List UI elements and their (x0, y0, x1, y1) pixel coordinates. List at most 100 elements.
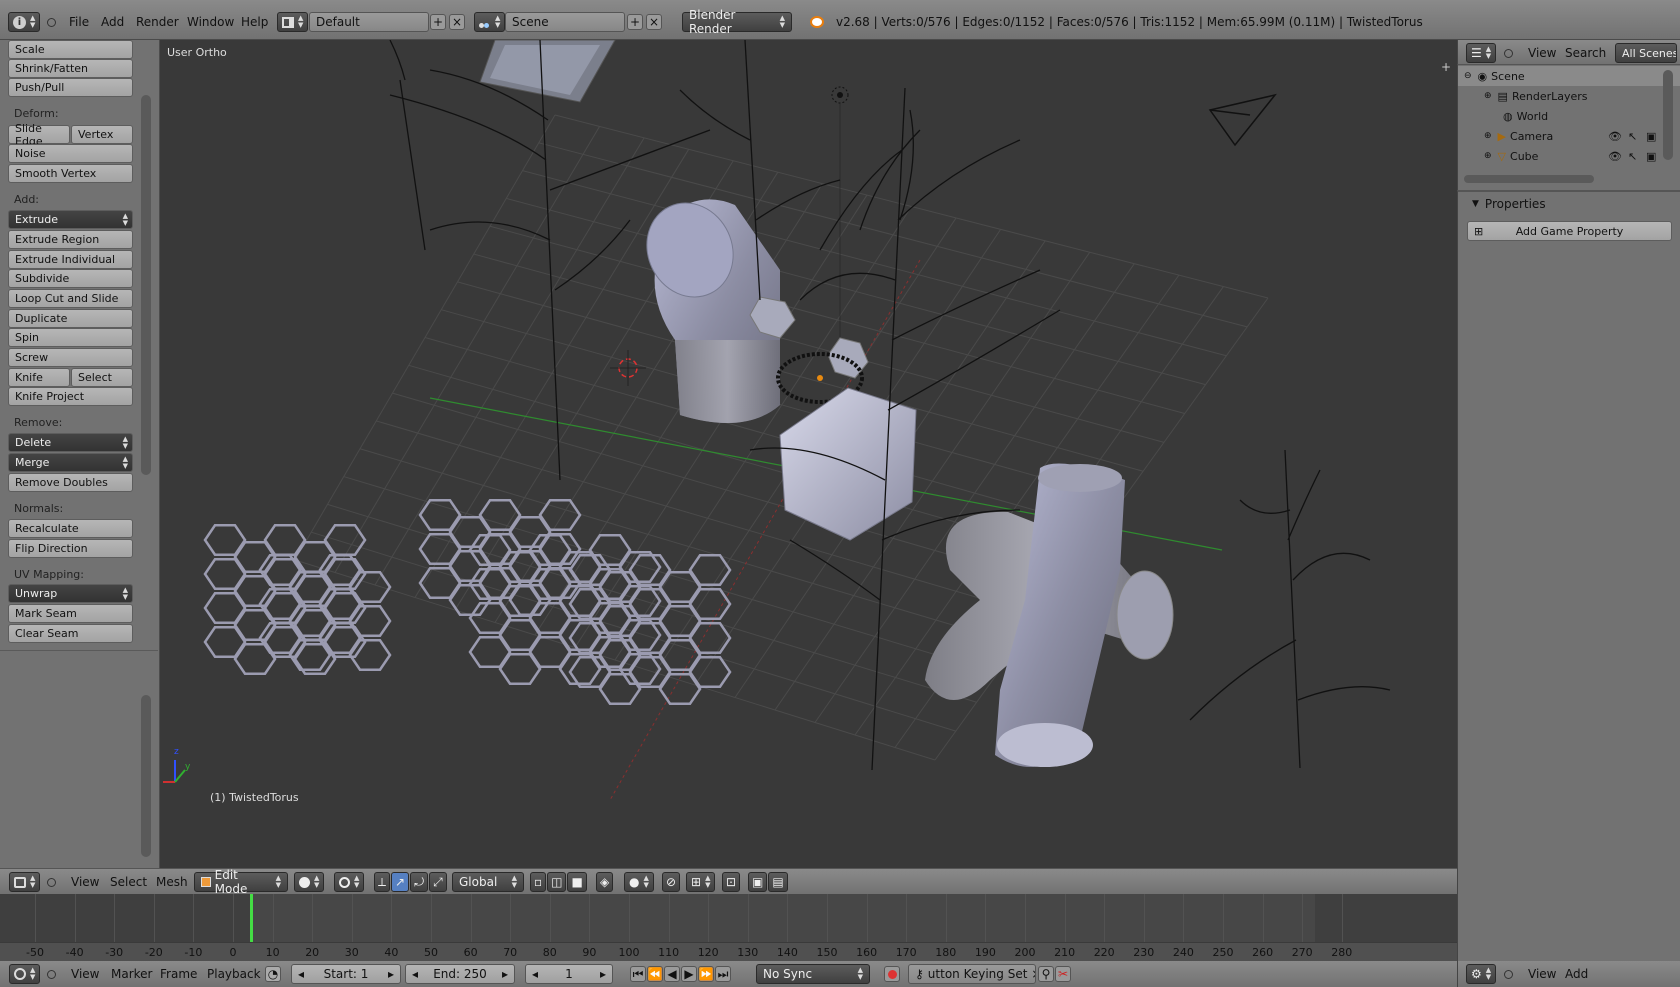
duplicate-button[interactable]: Duplicate (8, 309, 133, 328)
mark-seam-button[interactable]: Mark Seam (8, 604, 133, 623)
loop-cut-button[interactable]: Loop Cut and Slide (8, 289, 133, 308)
clear-keying-set-icon[interactable]: × (1031, 967, 1035, 981)
menu-frame[interactable]: Frame (160, 964, 197, 984)
extrude-region-button[interactable]: Extrude Region (8, 230, 133, 249)
jump-to-start-icon[interactable]: ⏮ (630, 966, 646, 982)
decrement-icon[interactable]: ◂ (412, 967, 418, 981)
smooth-vertex-button[interactable]: Smooth Vertex (8, 164, 133, 183)
shrink-fatten-button[interactable]: Shrink/Fatten (8, 59, 133, 78)
outliner-item-scene[interactable]: ⊖ ◉ Scene (1458, 66, 1680, 86)
menu-help[interactable]: Help (241, 11, 268, 33)
delete-scene-icon[interactable]: × (646, 14, 662, 30)
menu-add[interactable]: Add (101, 11, 124, 33)
jump-to-keyframe-forward-icon[interactable]: ⏩ (698, 966, 714, 982)
remove-doubles-button[interactable]: Remove Doubles (8, 473, 133, 492)
toggle-properties-icon[interactable]: + (1441, 60, 1451, 74)
subdivide-button[interactable]: Subdivide (8, 269, 133, 288)
display-mode-dropdown[interactable]: All Scenes (1615, 43, 1677, 63)
end-frame-field[interactable]: ◂ End: 250 ▸ (405, 964, 515, 984)
expand-toggle-icon[interactable]: ⊕ (1484, 131, 1492, 141)
delete-layout-icon[interactable]: × (449, 14, 465, 30)
logic-menu-add[interactable]: Add (1565, 964, 1588, 984)
noise-button[interactable]: Noise (8, 144, 133, 163)
3d-viewport[interactable]: User Ortho (1) TwistedTorus z x y + (160, 40, 1457, 868)
menu-file[interactable]: File (69, 11, 89, 33)
play-reverse-icon[interactable]: ◀ (664, 966, 680, 982)
current-frame-indicator[interactable] (250, 894, 253, 942)
properties-panel-header[interactable]: ▼ Properties (1472, 197, 1546, 211)
collapse-menu-icon[interactable] (47, 964, 56, 984)
start-frame-field[interactable]: ◂ Start: 1 ▸ (291, 964, 401, 984)
scale-button[interactable]: Scale (8, 40, 133, 59)
render-animation-icon[interactable]: ▤ (768, 872, 788, 892)
increment-icon[interactable]: ▸ (502, 967, 508, 981)
editor-type-button[interactable]: ⚙ ▲ ▼ (1466, 964, 1497, 984)
outliner-item-cube[interactable]: ⊕ ▽ Cube 👁 ↖ ▣ (1458, 146, 1680, 166)
knife-select-button[interactable]: Select (71, 368, 133, 387)
collapse-toggle-icon[interactable]: ⊖ (1464, 71, 1472, 81)
rotate-manipulator-icon[interactable]: ⤾ (410, 872, 429, 892)
viewport-shading-dropdown[interactable]: ▲ ▼ (294, 872, 325, 892)
visibility-eye-icon[interactable]: 👁 (1608, 130, 1622, 143)
merge-dropdown[interactable]: Merge ▲ ▼ (8, 453, 133, 472)
collapse-menu-icon[interactable] (1504, 964, 1513, 984)
jump-to-end-icon[interactable]: ⏭ (715, 966, 731, 982)
sync-mode-dropdown[interactable]: No Sync ▲ ▼ (756, 964, 870, 984)
snap-element-dropdown[interactable]: ⊞ ▲ ▼ (686, 872, 716, 892)
collapse-menu-icon[interactable] (47, 872, 56, 892)
outliner-menu-search[interactable]: Search (1565, 43, 1606, 63)
expand-toggle-icon[interactable]: ⊕ (1484, 91, 1492, 101)
extrude-individual-button[interactable]: Extrude Individual (8, 250, 133, 269)
play-icon[interactable]: ▶ (681, 966, 697, 982)
menu-select[interactable]: Select (110, 872, 147, 892)
proportional-edit-dropdown[interactable]: ● ▲ ▼ (624, 872, 654, 892)
outliner-item-camera[interactable]: ⊕ ▶ Camera 👁 ↖ ▣ (1458, 126, 1680, 146)
add-game-property-button[interactable]: ⊞ Add Game Property (1467, 221, 1672, 241)
selectable-arrow-icon[interactable]: ↖ (1628, 150, 1637, 163)
render-engine-dropdown[interactable]: Blender Render ▲ ▼ (682, 8, 792, 36)
editor-type-button[interactable]: ☰ ▲ ▼ (1466, 43, 1497, 63)
editor-type-button[interactable]: ▲ ▼ (9, 964, 41, 984)
visibility-eye-icon[interactable]: 👁 (1608, 150, 1622, 163)
menu-mesh[interactable]: Mesh (156, 872, 188, 892)
record-icon[interactable] (884, 966, 900, 982)
screw-button[interactable]: Screw (8, 348, 133, 367)
scale-manipulator-icon[interactable]: ⤢ (429, 872, 447, 892)
scene-selector[interactable]: ▲ ▼ (474, 11, 506, 33)
add-layout-icon[interactable]: + (430, 14, 446, 30)
transform-orientation-dropdown[interactable]: Global ▲ ▼ (452, 872, 524, 892)
limit-selection-icon[interactable]: ◈ (596, 872, 614, 892)
snap-toggle-icon[interactable]: ⊘ (662, 872, 681, 892)
pivot-point-dropdown[interactable]: ▲ ▼ (334, 872, 365, 892)
outliner-item-renderlayers[interactable]: ⊕ ▤ RenderLayers (1458, 86, 1680, 106)
outliner-menu-view[interactable]: View (1528, 43, 1556, 63)
layout-name-field[interactable]: Default (309, 12, 429, 32)
outliner-vscrollbar[interactable] (1663, 70, 1673, 160)
tool-shelf-scrollbar[interactable] (141, 95, 151, 475)
tool-options-scrollbar[interactable] (141, 695, 151, 857)
render-still-icon[interactable]: ▣ (748, 872, 768, 892)
unwrap-dropdown[interactable]: Unwrap ▲ ▼ (8, 584, 133, 603)
extrude-dropdown[interactable]: Extrude ▲ ▼ (8, 210, 133, 229)
knife-project-button[interactable]: Knife Project (8, 387, 133, 406)
menu-render[interactable]: Render (136, 11, 179, 33)
collapse-menu-icon[interactable] (1504, 43, 1513, 63)
scene-name-field[interactable]: Scene (505, 12, 625, 32)
outliner-hscrollbar[interactable] (1464, 175, 1594, 183)
clear-seam-button[interactable]: Clear Seam (8, 624, 133, 643)
preview-range-icon[interactable]: ◔ (265, 966, 281, 982)
edge-select-icon[interactable]: ◫ (547, 872, 567, 892)
translate-manipulator-icon[interactable]: ↗ (391, 872, 410, 892)
mode-dropdown[interactable]: Edit Mode ▲ ▼ (194, 868, 288, 896)
screen-layout-selector[interactable]: ▲ ▼ (277, 11, 309, 33)
menu-playback[interactable]: Playback (207, 964, 261, 984)
recalculate-button[interactable]: Recalculate (8, 519, 133, 538)
decrement-icon[interactable]: ◂ (298, 967, 304, 981)
delete-dropdown[interactable]: Delete ▲ ▼ (8, 433, 133, 452)
editor-type-button[interactable]: ▲ ▼ (9, 872, 41, 892)
collapse-menu-icon[interactable] (47, 11, 56, 33)
expand-toggle-icon[interactable]: ⊕ (1484, 151, 1492, 161)
add-scene-icon[interactable]: + (627, 14, 643, 30)
keying-set-field[interactable]: ⚷utton Keying Set× (908, 964, 1036, 984)
menu-marker[interactable]: Marker (111, 964, 152, 984)
